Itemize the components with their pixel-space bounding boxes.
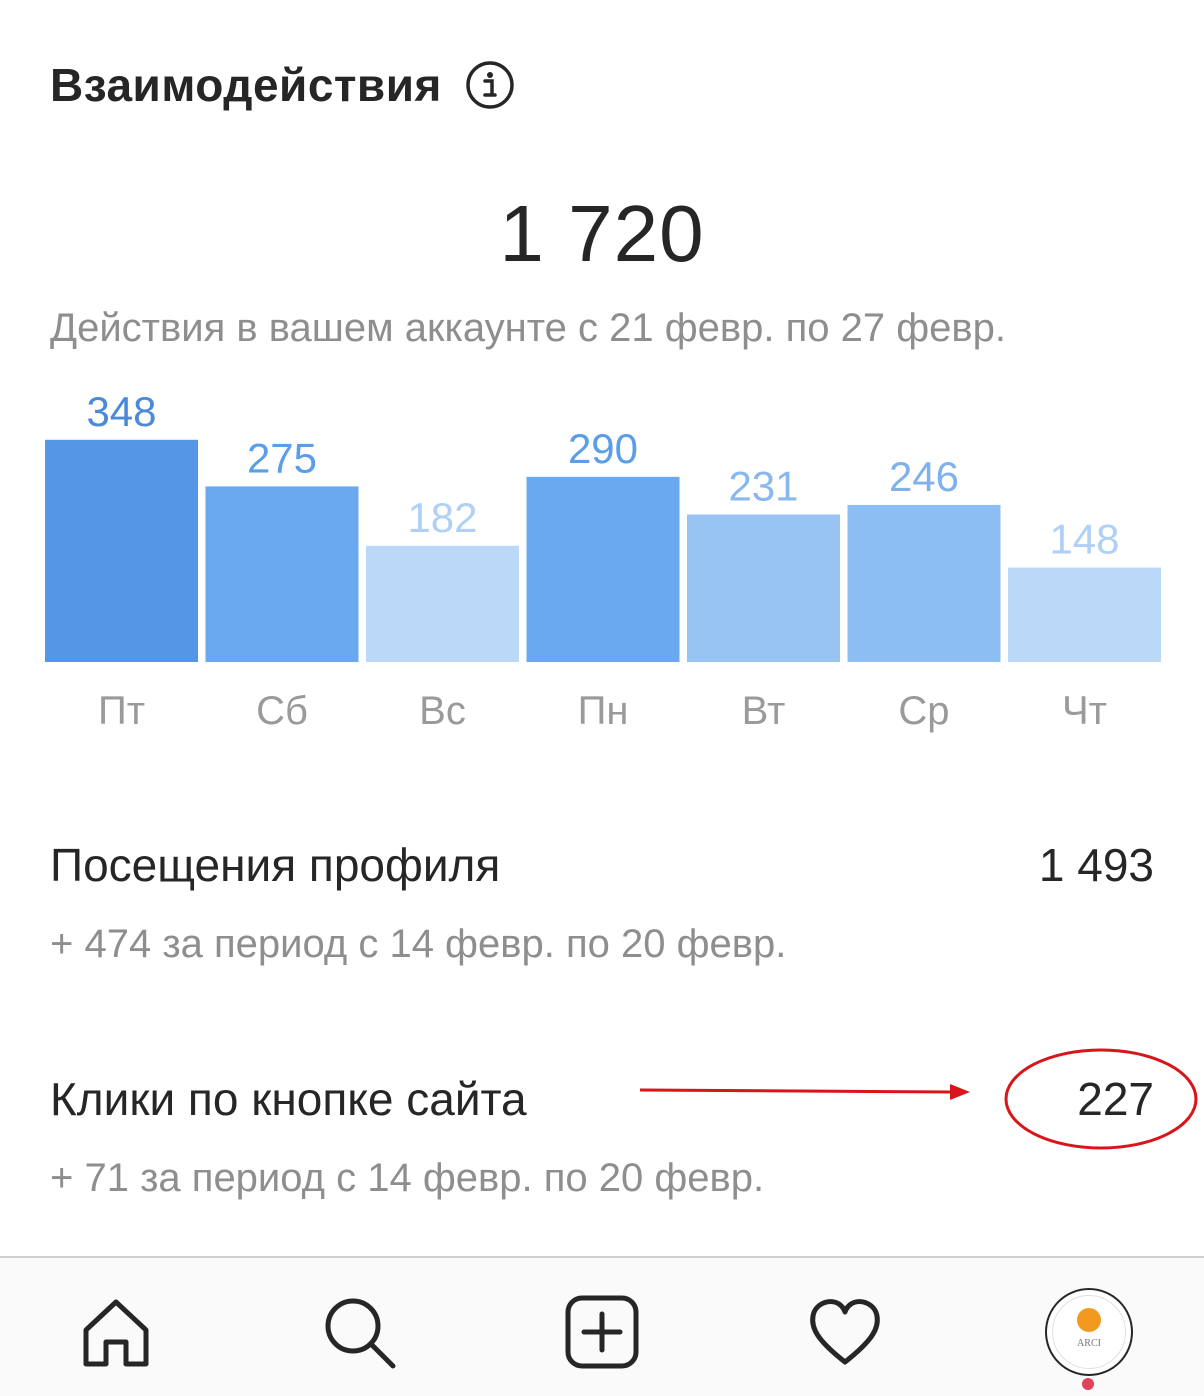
chart-value-label: 246 <box>889 453 959 500</box>
chart-value-label: 231 <box>728 463 798 510</box>
chart-bar[interactable] <box>687 514 840 662</box>
add-post-icon <box>565 1295 639 1369</box>
avatar-sun-icon <box>1077 1308 1101 1332</box>
tab-profile[interactable]: ARCI <box>1039 1282 1139 1382</box>
tab-home[interactable] <box>66 1282 166 1382</box>
chart-value-label: 182 <box>407 494 477 541</box>
profile-visits-value: 1 493 <box>1038 839 1154 891</box>
chart-value-label: 275 <box>247 434 317 481</box>
annotation-arrow-line <box>639 1088 956 1094</box>
profile-visits-change: + 474 за период с 14 февр. по 20 февр. <box>50 922 787 966</box>
avatar-logo-text: ARCI <box>1077 1338 1101 1349</box>
avatar-logo: ARCI <box>1052 1295 1126 1369</box>
notification-dot <box>1082 1378 1094 1390</box>
chart-value-label: 348 <box>86 388 156 435</box>
chart-bar[interactable] <box>526 476 680 662</box>
chart-category-label: Сб <box>256 689 308 733</box>
website-clicks-change: + 71 за период с 14 февр. по 20 февр. <box>50 1156 765 1200</box>
total-interactions: 1 720 <box>499 189 705 278</box>
profile-visits-label: Посещения профиля <box>50 839 501 891</box>
website-clicks-value: 227 <box>1077 1073 1154 1125</box>
search-icon <box>325 1298 396 1369</box>
interactions-bar-chart: 348 Пт 275 Сб 182 Вс 290 Пн 231 Вт 246 Ср 148 Чт <box>45 388 1161 733</box>
tab-new-post[interactable] <box>552 1282 652 1382</box>
heart-icon <box>810 1299 880 1365</box>
section-header: Взаимодействия <box>50 50 516 120</box>
chart-category-label: Пт <box>98 689 145 733</box>
home-icon <box>83 1299 149 1367</box>
annotation-arrowhead <box>950 1084 970 1100</box>
period-description: Действия в вашем аккаунте с 21 февр. по … <box>50 306 1006 350</box>
chart-value-label: 290 <box>568 425 638 472</box>
tab-activity[interactable] <box>795 1282 895 1382</box>
tab-search[interactable] <box>309 1282 409 1382</box>
chart-category-label: Пн <box>578 689 629 733</box>
chart-category-label: Вт <box>742 689 786 733</box>
section-title: Взаимодействия <box>50 59 442 111</box>
chart-bar[interactable] <box>847 504 1001 662</box>
chart-bar[interactable] <box>1008 567 1161 662</box>
profile-avatar: ARCI <box>1045 1288 1133 1376</box>
info-icon[interactable] <box>464 59 516 111</box>
chart-category-label: Ср <box>898 689 949 733</box>
chart-category-label: Чт <box>1062 689 1107 733</box>
bottom-tab-bar: ARCI <box>0 1256 1204 1396</box>
chart-bar[interactable] <box>45 439 198 662</box>
chart-bar[interactable] <box>366 545 519 662</box>
chart-value-label: 148 <box>1049 516 1119 563</box>
website-clicks-label: Клики по кнопке сайта <box>50 1073 527 1125</box>
chart-bar[interactable] <box>205 486 359 662</box>
chart-category-label: Вс <box>419 689 466 733</box>
